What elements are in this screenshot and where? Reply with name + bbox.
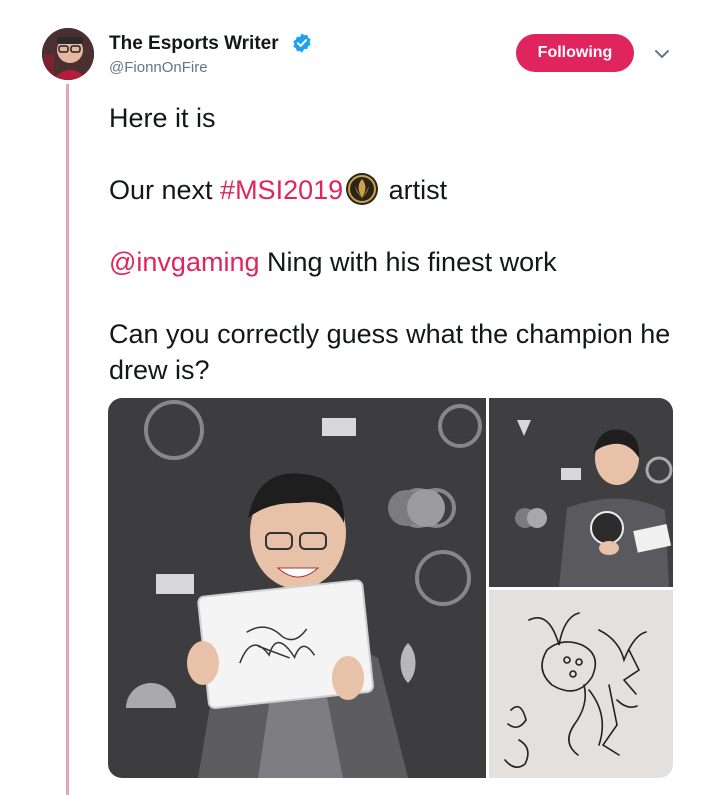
photo-drawing-closeup[interactable] — [489, 590, 673, 778]
verified-badge-icon — [293, 33, 311, 53]
media-grid — [108, 398, 673, 778]
tweet-line-1: Here it is — [109, 103, 216, 133]
following-button[interactable]: Following — [516, 34, 634, 72]
text-segment: Ning with his finest work — [259, 247, 557, 277]
photo-player-holding-drawing[interactable] — [108, 398, 486, 778]
photo-image — [489, 398, 673, 587]
photo-image — [108, 398, 486, 778]
mention-link[interactable]: @invgaming — [109, 247, 259, 277]
tweet-text: Here it is Our next #MSI2019 artist @inv… — [109, 100, 679, 388]
tweet-line-2: Our next #MSI2019 artist — [109, 172, 679, 208]
photo-image — [489, 590, 673, 778]
chevron-down-icon[interactable] — [652, 44, 672, 64]
profile-photo-icon — [42, 28, 94, 80]
hashtag-link[interactable]: #MSI2019 — [220, 175, 343, 205]
text-segment: artist — [381, 175, 448, 205]
author-avatar[interactable] — [42, 28, 94, 80]
msi-logo-icon — [346, 173, 379, 205]
author-name[interactable]: The Esports Writer — [109, 33, 279, 55]
photo-player-drawing[interactable] — [489, 398, 673, 587]
author-handle[interactable]: @FionnOnFire — [109, 59, 208, 76]
text-segment: Our next — [109, 175, 221, 205]
thread-line — [66, 84, 69, 795]
tweet-line-3: @invgaming Ning with his finest work — [109, 244, 679, 280]
tweet-line-4: Can you correctly guess what the champio… — [109, 319, 671, 385]
